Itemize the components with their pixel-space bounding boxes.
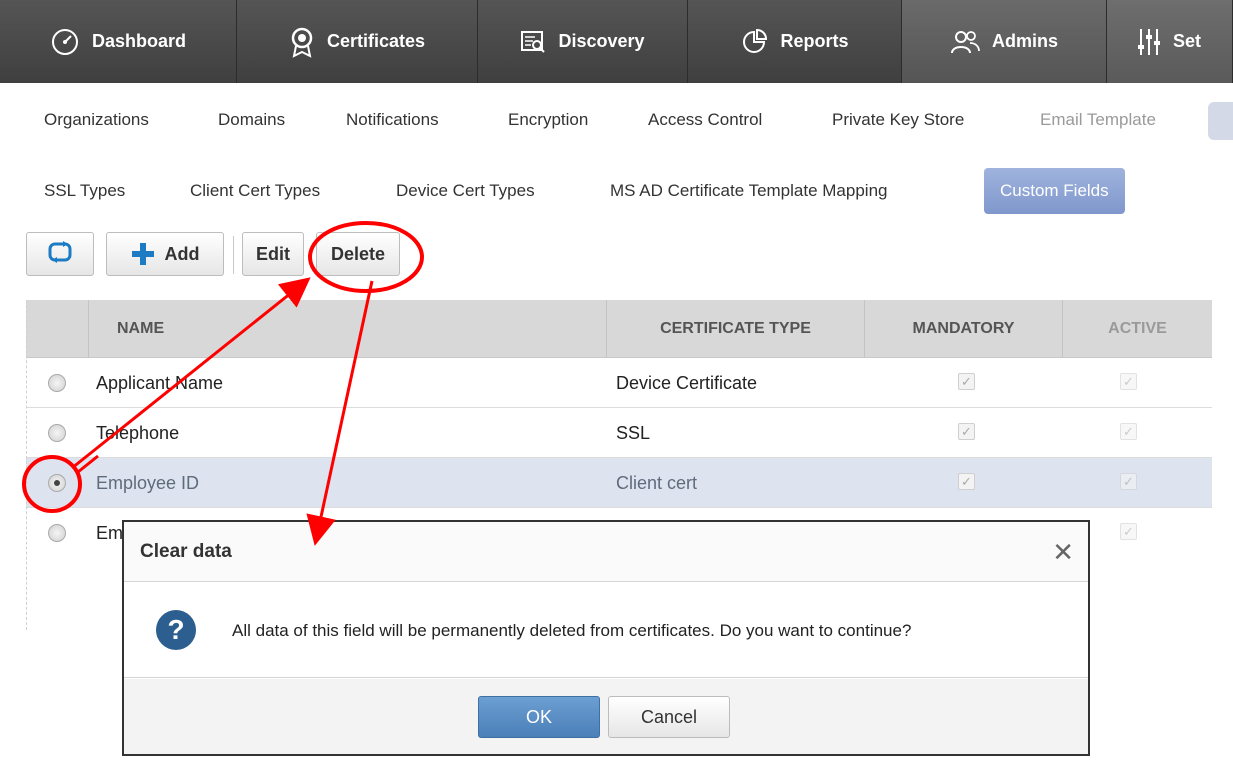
tab-admins-label: Admins [991, 31, 1058, 51]
dialog-body: ? All data of this field will be permane… [124, 583, 1088, 678]
cancel-button-label: Cancel [640, 706, 698, 727]
tab-certificates[interactable]: Certificates [237, 0, 478, 83]
table-row-selected[interactable]: Employee ID Client cert ✓ ✓ [26, 458, 1212, 508]
active-checkbox: ✓ [1120, 523, 1137, 540]
row-certificate-type: SSL [616, 423, 651, 443]
tab-discovery[interactable]: Discovery [478, 0, 688, 83]
tab-certificates-label: Certificates [326, 31, 426, 51]
table-row[interactable]: Applicant Name Device Certificate ✓ ✓ [26, 358, 1212, 408]
delete-button[interactable]: Delete [316, 232, 400, 276]
edit-button[interactable]: Edit [242, 232, 304, 276]
row-radio[interactable] [48, 374, 66, 392]
table-header: NAME CERTIFICATE TYPE MANDATORY ACTIVE [26, 300, 1212, 358]
tab-reports-label: Reports [780, 31, 849, 51]
row-certificate-type: Client cert [616, 473, 698, 493]
row-radio-selected[interactable] [48, 474, 66, 492]
reports-icon [740, 28, 768, 56]
refresh-icon [47, 239, 73, 270]
ok-button[interactable]: OK [478, 696, 600, 738]
row-name: Em [96, 523, 123, 543]
column-header-active[interactable]: ACTIVE [1062, 300, 1212, 358]
subnav-encryption[interactable]: Encryption [508, 100, 588, 140]
mandatory-checkbox: ✓ [958, 423, 975, 440]
refresh-button[interactable] [26, 232, 94, 276]
discovery-icon [520, 29, 546, 55]
row-certificate-type: Device Certificate [616, 373, 758, 393]
row-radio[interactable] [48, 424, 66, 442]
plus-icon [131, 242, 155, 266]
tab-settings[interactable]: Set [1107, 0, 1233, 83]
add-button-label: Add [164, 243, 200, 264]
close-icon[interactable]: ✕ [1052, 522, 1074, 582]
subnav-email-template[interactable]: Email Template [1040, 100, 1156, 140]
settings-icon [1137, 27, 1161, 57]
subnav-organizations[interactable]: Organizations [44, 100, 149, 140]
row-radio[interactable] [48, 524, 66, 542]
cancel-button[interactable]: Cancel [608, 696, 730, 738]
dashboard-icon [50, 27, 80, 57]
subnav2-device-cert-types[interactable]: Device Cert Types [396, 168, 535, 214]
subnav2-ssl-types[interactable]: SSL Types [44, 168, 125, 214]
table-row[interactable]: Telephone SSL ✓ ✓ [26, 408, 1212, 458]
subnav-overflow-tab[interactable] [1208, 102, 1233, 140]
subnav2-client-cert-types[interactable]: Client Cert Types [190, 168, 320, 214]
mandatory-checkbox: ✓ [958, 473, 975, 490]
dialog-title: Clear data [140, 541, 232, 562]
tab-reports[interactable]: Reports [688, 0, 902, 83]
subnav2-custom-fields[interactable]: Custom Fields [984, 168, 1125, 214]
admins-icon [950, 29, 980, 55]
edit-button-label: Edit [256, 243, 290, 264]
active-checkbox: ✓ [1120, 473, 1137, 490]
subnav-private-key-store[interactable]: Private Key Store [832, 100, 964, 140]
column-header-name[interactable]: NAME [88, 300, 606, 358]
ok-button-label: OK [525, 706, 552, 727]
top-navigation: Dashboard Certificates Discovery Reports… [0, 0, 1233, 83]
tab-settings-label: Set [1173, 31, 1202, 51]
subnav-notifications[interactable]: Notifications [346, 100, 439, 140]
certificate-icon [289, 26, 315, 58]
row-name: Telephone [96, 423, 180, 443]
table-border [26, 300, 27, 630]
column-header-mandatory[interactable]: MANDATORY [864, 300, 1062, 358]
tab-dashboard[interactable]: Dashboard [0, 0, 237, 83]
dialog-footer: OK Cancel [124, 679, 1088, 754]
subnav2-ms-ad-template-mapping[interactable]: MS AD Certificate Template Mapping [610, 168, 887, 214]
row-name: Applicant Name [96, 373, 224, 393]
dialog-header: Clear data ✕ [124, 522, 1088, 582]
row-name: Employee ID [96, 473, 200, 493]
dialog-message: All data of this field will be permanent… [232, 621, 912, 640]
tab-dashboard-label: Dashboard [91, 31, 187, 51]
clear-data-dialog: Clear data ✕ ? All data of this field wi… [122, 520, 1090, 756]
question-icon: ? [156, 610, 196, 650]
subnav-domains[interactable]: Domains [218, 100, 285, 140]
column-header-certificate-type[interactable]: CERTIFICATE TYPE [606, 300, 864, 358]
active-checkbox: ✓ [1120, 373, 1137, 390]
subnav-access-control[interactable]: Access Control [648, 100, 762, 140]
tab-admins[interactable]: Admins [902, 0, 1107, 83]
active-checkbox: ✓ [1120, 423, 1137, 440]
add-button[interactable]: Add [106, 232, 224, 276]
tab-discovery-label: Discovery [558, 31, 645, 51]
mandatory-checkbox: ✓ [958, 373, 975, 390]
toolbar-divider [233, 236, 234, 274]
delete-button-label: Delete [330, 243, 386, 264]
